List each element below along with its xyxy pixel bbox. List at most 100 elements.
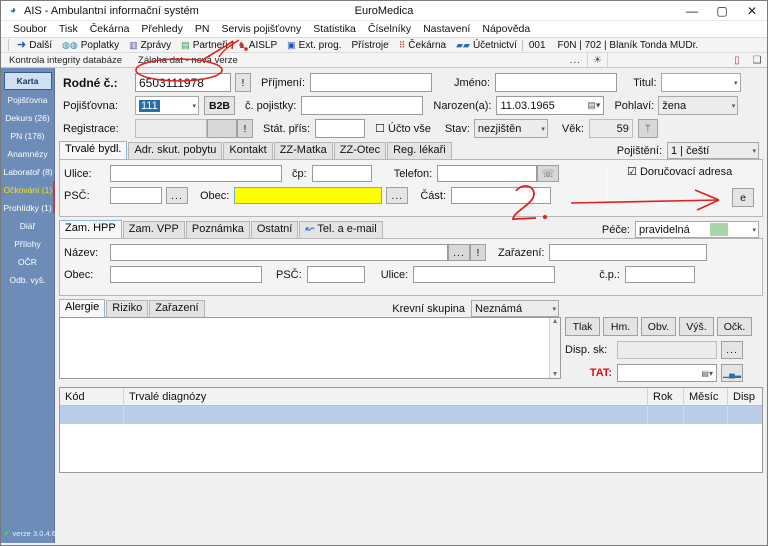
calendar-icon[interactable]: ▤▾ — [701, 369, 713, 378]
brightness-icon[interactable]: ☀ — [587, 53, 607, 67]
sidebar-item-dekurs[interactable]: Dekurs (26) — [4, 110, 52, 126]
toolbar-button-partneri[interactable]: ▤ Partneři — [176, 40, 233, 51]
sidebar-item-ocr[interactable]: OČR — [4, 254, 52, 270]
scroll-up-icon[interactable]: ▲ — [552, 318, 559, 325]
emp-psc-input[interactable] — [306, 266, 365, 283]
column-header-rok[interactable]: Rok — [648, 388, 684, 405]
cast-input[interactable] — [451, 187, 552, 204]
measure-button-ock[interactable]: Očk. — [717, 317, 752, 336]
psc-input[interactable] — [110, 187, 162, 204]
status-db-integrity[interactable]: Kontrola integrity databáze — [1, 55, 130, 66]
toolbar-button-ucetnictvi[interactable]: ▰▰ Účetnictví — [451, 40, 522, 51]
tab-trvale-bydl[interactable]: Trvalé bydl. — [59, 141, 128, 160]
krevni-skupina-combo[interactable]: Neznámá ▾ — [471, 300, 559, 317]
phone-icon[interactable]: ☏ — [537, 165, 560, 182]
rodne-cislo-input[interactable]: 6503111978 — [135, 73, 231, 92]
pece-combo[interactable]: pravidelná ▾ — [635, 221, 759, 238]
toolbar-button-ext-prog[interactable]: ▣ Ext. prog. — [282, 40, 346, 51]
sidebar-item-pn[interactable]: PN (176) — [4, 128, 52, 144]
tab-riziko[interactable]: Riziko — [106, 300, 149, 317]
menu-item-pn[interactable]: PN — [189, 22, 216, 36]
menu-item-cekarna[interactable]: Čekárna — [84, 22, 136, 36]
person-stats-icon[interactable]: ᛘ — [637, 119, 658, 138]
registrace-input[interactable] — [135, 119, 207, 138]
registrace-extra-button[interactable] — [207, 119, 237, 138]
table-row[interactable] — [60, 406, 762, 424]
status-overflow-button[interactable]: ... — [564, 55, 587, 66]
nazev-input[interactable] — [110, 244, 448, 261]
calendar-icon[interactable]: ▤▾ — [587, 100, 600, 111]
registrace-warning-button[interactable]: ! — [237, 119, 253, 138]
pojisteni-combo[interactable]: 1 | čeští ▾ — [667, 142, 759, 159]
disp-sk-lookup-button[interactable]: ... — [721, 341, 743, 359]
b2b-button[interactable]: B2B — [204, 96, 236, 115]
telefon-input[interactable] — [437, 165, 538, 182]
ulice-input[interactable] — [110, 165, 282, 182]
menu-item-statistika[interactable]: Statistika — [307, 22, 362, 36]
nazev-warning-button[interactable]: ! — [470, 244, 486, 261]
column-header-kod[interactable]: Kód — [60, 388, 124, 405]
sidebar-item-odb-vys[interactable]: Odb. vyš. — [4, 272, 52, 288]
titul-combo[interactable]: ▾ — [660, 73, 741, 92]
tab-adr-skut-pobytu[interactable]: Adr. skut. pobytu — [128, 142, 223, 159]
column-header-trvale-diagnozy[interactable]: Trvalé diagnózy — [124, 388, 648, 405]
menu-item-nastaveni[interactable]: Nastavení — [417, 22, 476, 36]
pojistovna-combo[interactable]: 111 ▾ — [135, 96, 199, 115]
tab-zam-vpp[interactable]: Zam. VPP — [122, 221, 185, 238]
tab-zarazeni[interactable]: Zařazení — [149, 300, 205, 317]
menu-item-soubor[interactable]: Soubor — [7, 22, 53, 36]
ucto-vse-checkbox[interactable]: ☐ Účto vše — [375, 122, 431, 135]
toolbar-button-poplatky[interactable]: ◍◍ Poplatky — [57, 40, 124, 51]
sidebar-item-pojistovna[interactable]: Pojišťovna — [4, 92, 52, 108]
sidebar-item-prohlidky[interactable]: Prohlídky (1) — [4, 200, 52, 216]
cp-input[interactable] — [311, 165, 372, 182]
chart-icon[interactable]: ▯ — [727, 55, 747, 66]
menu-item-ciselniky[interactable]: Číselníky — [362, 22, 417, 36]
scroll-down-icon[interactable]: ▼ — [552, 371, 559, 378]
tab-tel-a-email[interactable]: ↜ Tel. a e-mail — [299, 221, 383, 238]
sidebar-item-prilohy[interactable]: Přílohy — [4, 236, 52, 252]
psc-lookup-button[interactable]: ... — [166, 187, 188, 204]
measure-button-obv[interactable]: Obv. — [641, 317, 676, 336]
obec-lookup-button[interactable]: ... — [386, 187, 409, 204]
menu-item-servis-pojistovny[interactable]: Servis pojišťovny — [215, 22, 307, 36]
allergy-textarea[interactable] — [60, 318, 550, 378]
tab-poznamka[interactable]: Poznámka — [185, 221, 250, 238]
menu-item-prehledy[interactable]: Přehledy — [135, 22, 188, 36]
minimize-button[interactable]: — — [677, 1, 707, 20]
tab-zam-hpp[interactable]: Zam. HPP — [59, 220, 122, 239]
nazev-lookup-button[interactable]: ... — [448, 244, 470, 261]
measure-button-vys[interactable]: Výš. — [679, 317, 714, 336]
measure-button-tlak[interactable]: Tlak — [565, 317, 600, 336]
tab-zz-otec[interactable]: ZZ-Otec — [333, 142, 387, 159]
column-header-mesic[interactable]: Měsíc — [684, 388, 728, 405]
maximize-button[interactable]: ▢ — [707, 1, 737, 20]
allergy-scrollbar[interactable]: ▲ ▼ — [549, 318, 560, 378]
menu-item-tisk[interactable]: Tisk — [53, 22, 84, 36]
sidebar-item-anamnezy[interactable]: Anamnézy — [4, 146, 52, 162]
tab-reg-lekari[interactable]: Reg. lékaři — [387, 142, 452, 159]
tat-input[interactable]: ▤▾ — [617, 364, 717, 382]
tab-alergie[interactable]: Alergie — [59, 299, 106, 318]
column-header-disp[interactable]: Disp — [728, 388, 762, 405]
zarazeni-input[interactable] — [549, 244, 708, 261]
c-pojistky-input[interactable] — [301, 96, 424, 115]
stav-combo[interactable]: nezjištěn ▾ — [473, 119, 548, 138]
pohlavi-combo[interactable]: žena ▾ — [658, 96, 739, 115]
sidebar-item-karta[interactable]: Karta — [3, 72, 52, 90]
jmeno-input[interactable] — [495, 73, 618, 92]
stat-pris-input[interactable] — [315, 119, 366, 138]
e-button[interactable]: e — [732, 188, 754, 207]
narozen-input[interactable]: 11.03.1965 ▤▾ — [496, 96, 605, 115]
tab-zz-matka[interactable]: ZZ-Matka — [273, 142, 333, 159]
disp-sk-input[interactable] — [617, 341, 717, 359]
prijmeni-input[interactable] — [310, 73, 433, 92]
toolbar-button-cekarna[interactable]: ⠿ Čekárna — [394, 40, 451, 51]
toolbar-button-pristroje[interactable]: Přístroje — [346, 40, 393, 51]
rodne-cislo-warning-button[interactable]: ! — [235, 73, 251, 92]
window-icon[interactable]: ❑ — [747, 55, 767, 66]
emp-ulice-input[interactable] — [413, 266, 556, 283]
sidebar-item-laborator[interactable]: Laboratoř (8) — [4, 164, 52, 180]
dorucovaci-adresa-checkbox[interactable]: ☑ Doručovací adresa — [615, 165, 758, 178]
obec-input[interactable] — [234, 187, 383, 204]
